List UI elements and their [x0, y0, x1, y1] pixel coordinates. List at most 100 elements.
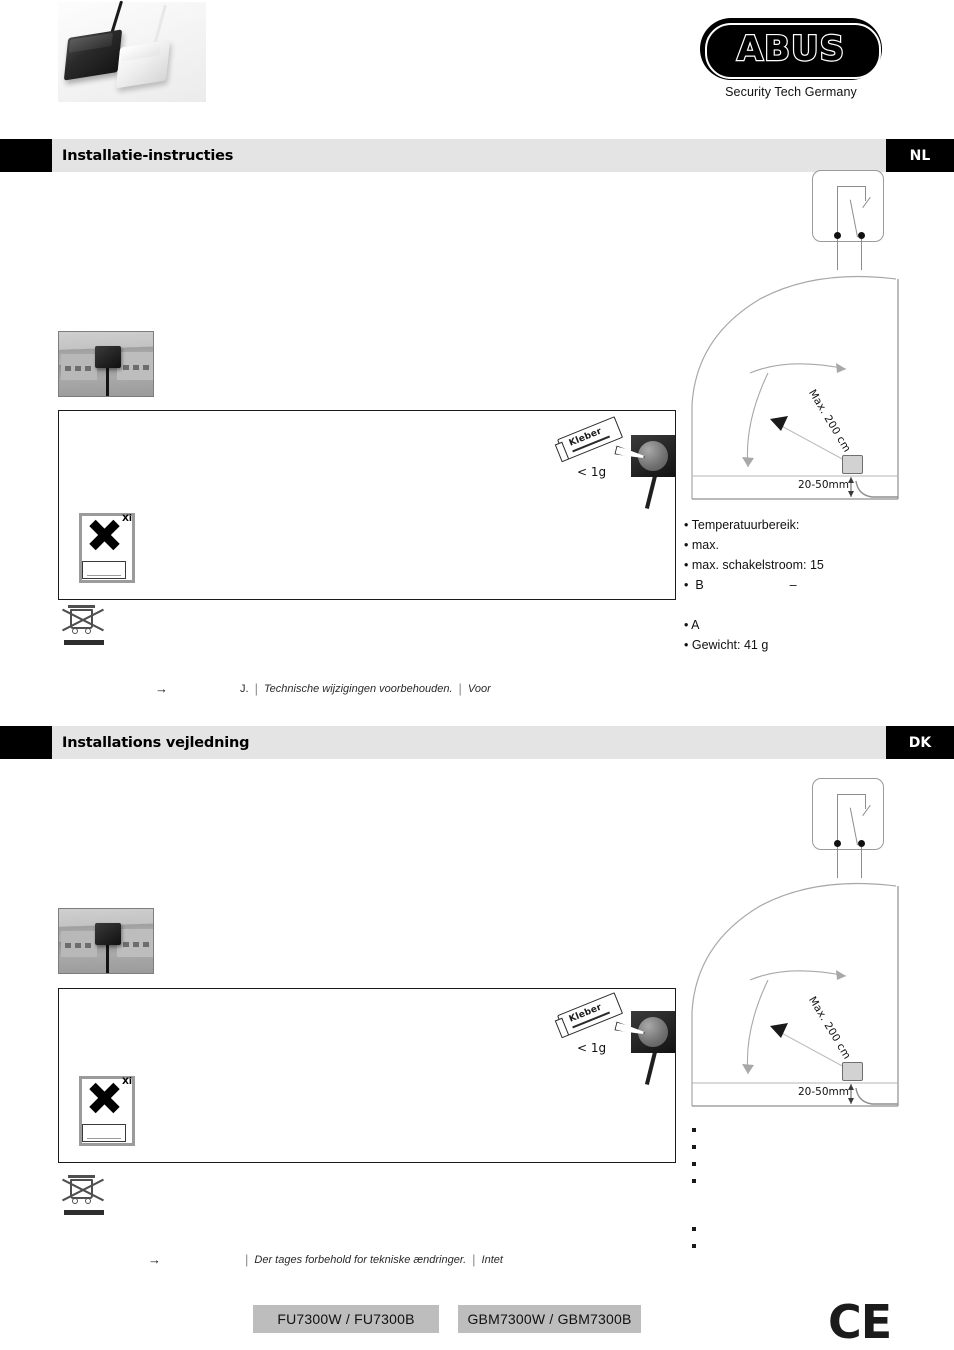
abus-logo-pill: ABUS — [700, 18, 882, 80]
glue-amount-label: < 1g — [577, 1041, 607, 1055]
photo-window — [65, 366, 71, 371]
circuit-wire-top — [837, 186, 866, 188]
specification-list-nl: • Temperatuurbereik: • max. • max. schak… — [684, 515, 824, 655]
weee-bin-lid — [68, 1175, 95, 1178]
footer-separator: | — [245, 1252, 249, 1267]
circuit-wire-top — [837, 794, 866, 796]
hazard-symbol-irritant-nl: Xi — [79, 513, 135, 583]
photo-window — [143, 365, 149, 370]
language-code-nl: NL — [886, 139, 954, 172]
spec-item: • max. — [684, 538, 719, 552]
spec-item: • Gewicht: 41 g — [684, 638, 769, 652]
circuit-terminal-left — [833, 232, 841, 239]
installed-sensor-photo-nl — [58, 331, 154, 397]
circuit-wire-right — [864, 186, 866, 201]
photo-sensor-cable — [106, 367, 109, 396]
hazard-code-label: Xi — [121, 514, 132, 524]
product-photo — [58, 0, 206, 102]
circuit-lead-right — [860, 847, 862, 878]
model-number-right: GBM7300W / GBM7300B — [458, 1305, 641, 1333]
diagram-sensor-icon — [842, 455, 863, 474]
footer-tail: Intet — [481, 1253, 503, 1266]
footer-separator: | — [458, 681, 462, 696]
photo-window — [85, 366, 91, 371]
spec-text: max. — [691, 538, 719, 552]
photo-sensor-body — [95, 346, 121, 368]
section-marker-dk — [0, 726, 52, 759]
mounting-diagram-dk: Max. 200 cm 20-50mm — [686, 880, 908, 1112]
diagram-gap-label: 20-50mm — [798, 1086, 849, 1098]
footer-note-nl: → J. | Technische wijzigingen voorbehoud… — [155, 681, 491, 696]
white-sensor-body — [115, 39, 171, 89]
hazard-code-label: Xi — [121, 1077, 132, 1087]
weee-bin-lid — [68, 605, 95, 608]
weee-underline-bar — [64, 640, 104, 645]
section-header-dk: Installations vejledning DK — [0, 726, 954, 759]
mounting-diagram-svg — [691, 882, 899, 1107]
section-title-dk: Installations vejledning — [62, 734, 250, 751]
mounting-diagram-svg — [691, 275, 899, 500]
circuit-lead-left — [836, 239, 838, 270]
spec-text: B — [695, 578, 704, 592]
photo-sensor-cable — [106, 944, 109, 973]
adhesive-instruction-box-nl: Kleber < 1g Xi — [58, 410, 676, 600]
circuit-lead-right — [860, 239, 862, 270]
installed-sensor-photo-dk — [58, 908, 154, 974]
section-title-bar-nl: Installatie-instructies — [52, 139, 886, 172]
weee-bin-wheel — [85, 628, 91, 634]
black-sensor-body — [63, 29, 123, 81]
diagram-sensor-icon — [842, 1062, 863, 1081]
spec-text: Temperatuurbereik: — [691, 518, 800, 532]
glue-tube: Kleber — [556, 992, 624, 1037]
circuit-symbol-dk — [812, 778, 884, 878]
photo-window — [75, 366, 81, 371]
hazard-x-icon — [89, 1083, 119, 1113]
glue-tube-label: Kleber — [567, 1002, 604, 1025]
photo-window — [123, 365, 129, 370]
abus-wordmark: ABUS — [736, 28, 846, 70]
mounting-diagram-nl: Max. 200 cm 20-50mm — [686, 273, 908, 505]
section-title-bar-dk: Installations vejledning — [52, 726, 886, 759]
diagram-gap-label: 20-50mm — [798, 479, 849, 491]
spec-text: Gewicht: 41 g — [691, 638, 769, 652]
photo-sensor-body — [95, 923, 121, 945]
circuit-symbol-nl — [812, 170, 884, 270]
spec-item: • max. schakelstroom: 15 — [684, 558, 824, 572]
footer-tail: Voor — [467, 682, 491, 695]
footer-disclaimer: Technische wijzigingen voorbehouden. — [263, 682, 453, 695]
circuit-terminal-right — [857, 840, 865, 847]
arrow-icon: → — [148, 1252, 161, 1267]
hazard-caption-line — [87, 1138, 121, 1139]
abus-logo: ABUS Security Tech Germany — [700, 18, 882, 99]
glue-tube-label: Kleber — [567, 426, 604, 449]
weee-disposal-icon-dk — [62, 1174, 106, 1216]
spec-dash: – — [789, 578, 797, 592]
glue-tube: Kleber — [556, 416, 624, 461]
hazard-symbol-irritant-dk: Xi — [79, 1076, 135, 1146]
footer-disclaimer: Der tages forbehold for tekniske ændring… — [254, 1253, 467, 1266]
section-header-nl: Installatie-instructies NL — [0, 139, 954, 172]
arrow-icon: → — [155, 681, 168, 696]
section-title-nl: Installatie-instructies — [62, 147, 234, 164]
hazard-caption-line — [87, 575, 121, 576]
circuit-wire-right — [864, 794, 866, 809]
glue-sensor-cable — [644, 1051, 658, 1085]
adhesive-instruction-box-dk: Kleber < 1g Xi — [58, 988, 676, 1163]
hazard-caption-box — [82, 1124, 126, 1142]
circuit-terminal-right — [857, 232, 865, 239]
circuit-lead-left — [836, 847, 838, 878]
weee-bin-wheel — [85, 1198, 91, 1204]
spec-spacer — [684, 595, 824, 615]
circuit-wire-left — [837, 186, 839, 236]
footer-separator: | — [254, 681, 258, 696]
weee-disposal-icon-nl — [62, 604, 106, 646]
footer-note-dk: → | Der tages forbehold for tekniske ænd… — [148, 1252, 503, 1267]
weee-bin-wheel — [72, 628, 78, 634]
weee-bin-wheel — [72, 1198, 78, 1204]
language-code-dk: DK — [886, 726, 954, 759]
photo-window — [133, 942, 139, 947]
spec-text: A — [691, 618, 700, 632]
bullet-marker — [692, 1128, 696, 1132]
hazard-caption-box — [82, 561, 126, 579]
photo-window — [123, 942, 129, 947]
